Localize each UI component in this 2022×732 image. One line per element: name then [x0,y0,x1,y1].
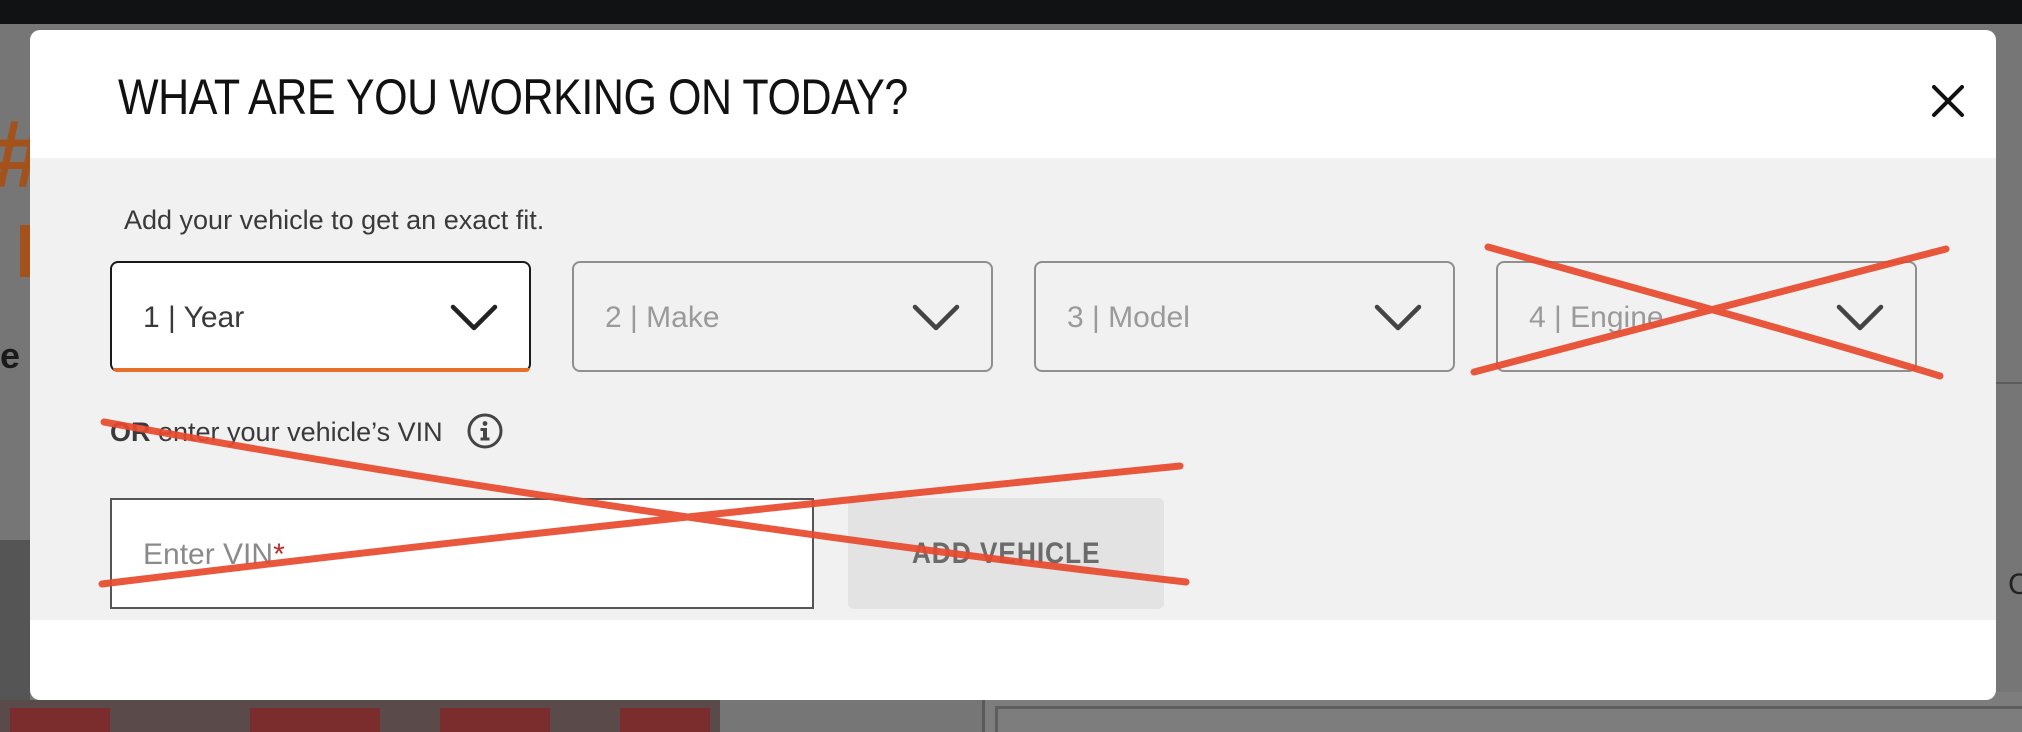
background-text-right: C [2008,568,2022,601]
background-product [10,708,110,732]
chevron-down-icon [1374,304,1422,331]
make-select-label: 2 | Make [605,301,720,334]
chevron-down-icon [450,304,498,331]
background-product-strip [0,540,30,700]
vin-prompt-text: enter your vehicle’s VIN [150,417,443,447]
or-label: OR [110,417,151,447]
engine-select-label: 4 | Engine [1529,301,1664,334]
engine-select[interactable]: 4 | Engine [1496,261,1917,372]
year-select-label: 1 | Year [143,301,245,334]
year-select[interactable]: 1 | Year [110,261,531,372]
vin-placeholder-text: Enter VIN [143,538,274,571]
add-vehicle-button-label: ADD VEHICLE [911,536,1101,570]
background-panel-inner [995,706,2022,732]
close-button[interactable] [1923,76,1973,126]
background-product [620,708,710,732]
close-icon [1932,85,1964,117]
vin-prompt: OR enter your vehicle’s VIN [110,417,443,448]
background-divider [1996,382,2022,384]
vehicle-selector-modal: WHAT ARE YOU WORKING ON TODAY? Add your … [30,30,1996,700]
background-product [250,708,380,732]
instructions-text: Add your vehicle to get an exact fit. [124,205,545,235]
add-vehicle-button[interactable]: ADD VEHICLE [848,498,1164,609]
model-select[interactable]: 3 | Model [1034,261,1455,372]
vin-input[interactable]: Enter VIN* [110,498,814,609]
vehicle-form: Add your vehicle to get an exact fit. 1 … [30,158,1996,620]
chevron-down-icon [912,304,960,331]
background-decoration [20,225,30,277]
background-product [440,708,550,732]
chevron-down-icon [1836,304,1884,331]
active-select-underline [113,368,530,372]
background-product-row [0,700,720,732]
vin-placeholder: Enter VIN* [143,538,285,572]
page: # e C WHAT ARE YOU WORKING ON TODAY? Add… [0,0,2022,732]
info-icon[interactable] [466,412,504,450]
browser-top-bar [0,0,2022,24]
make-select[interactable]: 2 | Make [572,261,993,372]
background-text: e [0,335,21,376]
modal-title: WHAT ARE YOU WORKING ON TODAY? [118,69,908,125]
model-select-label: 3 | Model [1067,301,1190,334]
required-asterisk: * [273,538,285,571]
